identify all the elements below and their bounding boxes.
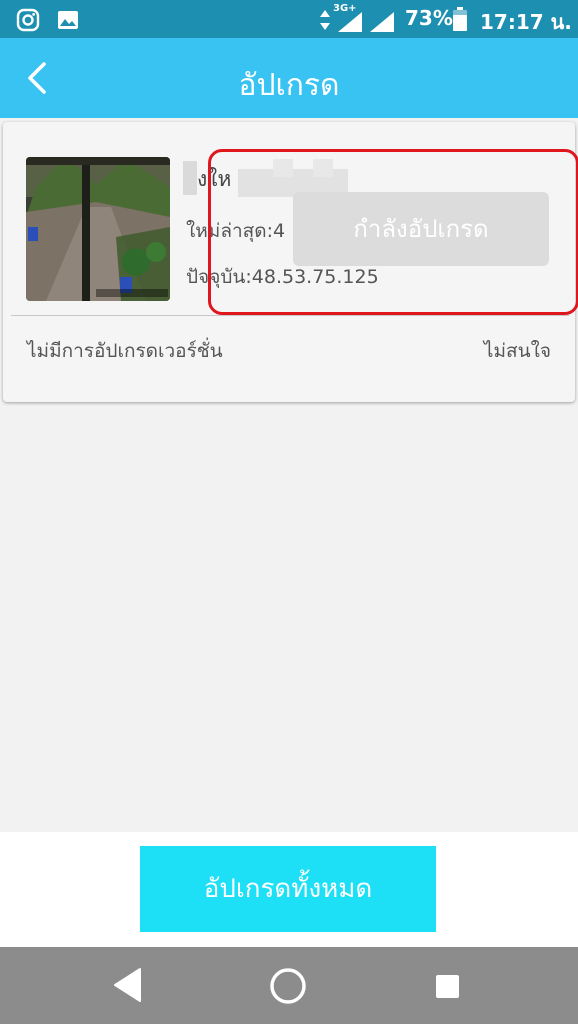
device-name-text: งให (197, 167, 232, 191)
camera-snapshot-image (26, 157, 170, 301)
battery-icon (453, 7, 467, 31)
blur-block (273, 159, 293, 177)
blur-block (313, 159, 333, 177)
clock: 17:17 น. (480, 10, 572, 34)
bottom-action-area: อัปเกรดทั้งหมด (0, 832, 578, 947)
upgrading-status-button[interactable]: กำลังอัปเกรด (293, 192, 549, 266)
data-arrows-icon (320, 10, 330, 30)
upgrade-all-button[interactable]: อัปเกรดทั้งหมด (140, 846, 436, 932)
current-version-label: ปัจจุบัน:48.53.75.125 (186, 266, 379, 288)
gallery-icon (58, 11, 78, 29)
ignore-button[interactable]: ไม่สนใจ (484, 336, 551, 366)
page-title: อัปเกรด (238, 68, 340, 103)
app-header: อัปเกรด (0, 38, 578, 118)
latest-version-label: ใหม่ล่าสุด:4 (186, 220, 286, 242)
camera-thumbnail[interactable] (26, 157, 170, 301)
device-card: งให ใหม่ล่าสุด:4 ปัจจุบัน:48.53.75.125 ก… (3, 122, 578, 402)
battery-percent: 73% (405, 6, 453, 30)
no-upgrade-message: ไม่มีการอัปเกรดเวอร์ชั่น (27, 340, 223, 362)
signal-icon (338, 12, 362, 32)
instagram-icon (16, 8, 40, 32)
signal-icon-2 (370, 12, 394, 32)
recents-square-icon[interactable] (435, 974, 460, 999)
back-triangle-icon[interactable] (112, 967, 144, 1003)
status-bar: 3G+ 73% 17:17 น. (0, 0, 578, 38)
blur-block (183, 161, 197, 195)
divider (11, 315, 569, 316)
system-navigation-bar (0, 947, 578, 1024)
home-circle-icon[interactable] (269, 967, 307, 1005)
